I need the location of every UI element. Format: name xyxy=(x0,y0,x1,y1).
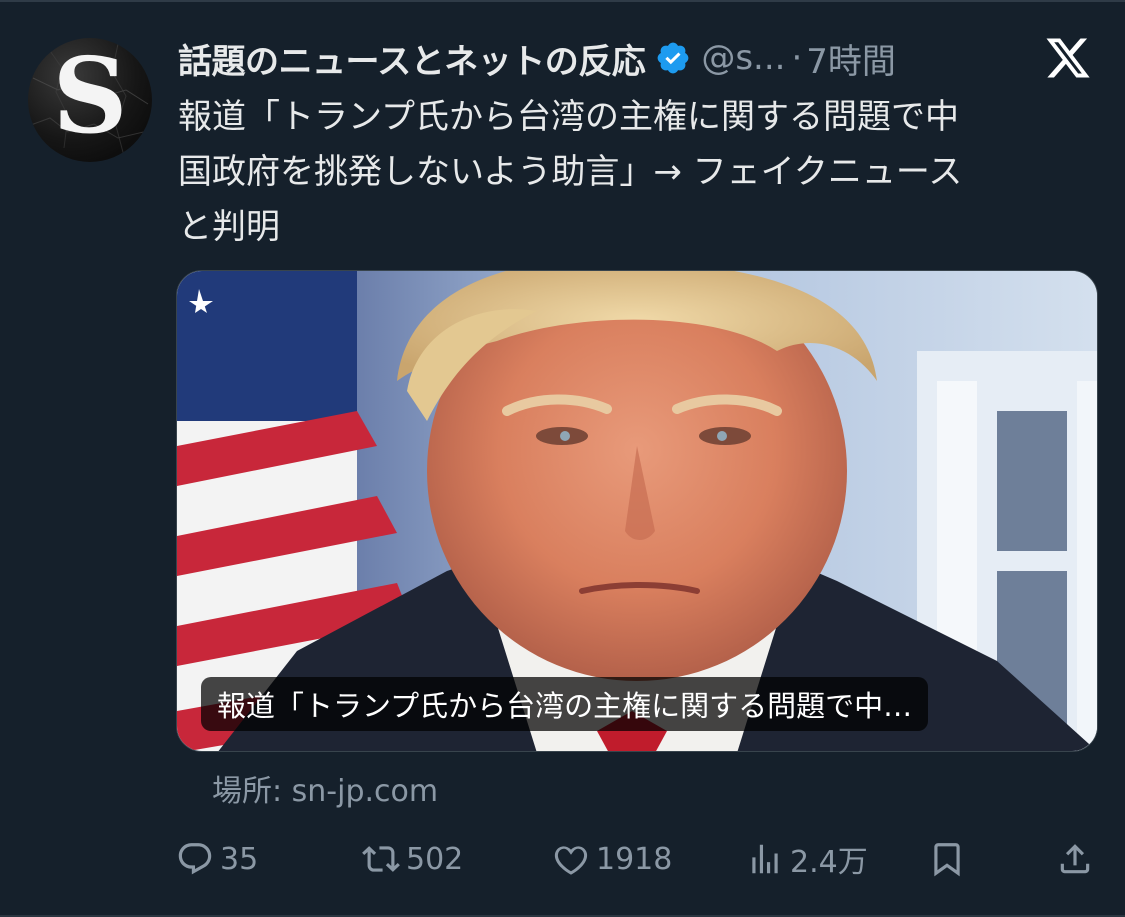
bookmark-icon xyxy=(934,843,960,877)
like-icon xyxy=(554,846,588,875)
repost-button[interactable]: 502 xyxy=(362,834,463,884)
views-icon xyxy=(752,844,778,874)
verified-badge-icon[interactable] xyxy=(655,40,691,76)
link-card-image[interactable]: 報道「トランプ氏から台湾の主権に関する問題で中… xyxy=(176,270,1098,752)
separator-dot: · xyxy=(791,38,803,78)
timestamp[interactable]: 7時間 xyxy=(806,34,896,83)
like-count: 1918 xyxy=(596,841,673,877)
share-button[interactable] xyxy=(1056,834,1094,884)
tweet-text: 報道「トランプ氏から台湾の主権に関する問題で中 国政府を挑発しないよう助言」→ … xyxy=(178,90,1098,255)
reply-button[interactable]: 35 xyxy=(176,834,258,884)
avatar-letter: S xyxy=(52,38,128,157)
tweet-text-line: 報道「トランプ氏から台湾の主権に関する問題で中 xyxy=(178,97,959,137)
reply-count: 35 xyxy=(220,841,259,877)
action-bar: 35 502 1918 2.4万 xyxy=(176,834,1096,884)
tweet-text-line: と判明 xyxy=(178,207,280,247)
like-button[interactable]: 1918 xyxy=(552,834,672,884)
tweet-text-line: 国政府を挑発しないよう助言」→ フェイクニュース xyxy=(178,152,963,192)
link-card-caption: 報道「トランプ氏から台湾の主権に関する問題で中… xyxy=(201,677,929,731)
tweet-card[interactable]: S 話題のニュースとネットの反応 @s... · 7時間 報道「トランプ氏から台… xyxy=(0,0,1125,917)
views-count: 2.4万 xyxy=(790,845,868,880)
tweet-header: 話題のニュースとネットの反応 @s... · 7時間 xyxy=(178,34,896,82)
display-name[interactable]: 話題のニュースとネットの反応 xyxy=(178,34,646,83)
bookmark-button[interactable] xyxy=(928,834,966,884)
views-button[interactable]: 2.4万 xyxy=(746,834,868,884)
account-handle[interactable]: @s... xyxy=(701,38,785,78)
x-logo-icon[interactable] xyxy=(1043,34,1093,82)
repost-icon xyxy=(362,846,400,872)
link-source[interactable]: 場所: sn-jp.com xyxy=(212,766,438,810)
share-icon xyxy=(1060,844,1090,874)
avatar[interactable]: S xyxy=(28,38,152,162)
divider xyxy=(0,0,1125,2)
repost-count: 502 xyxy=(406,841,464,877)
reply-icon xyxy=(178,843,212,875)
